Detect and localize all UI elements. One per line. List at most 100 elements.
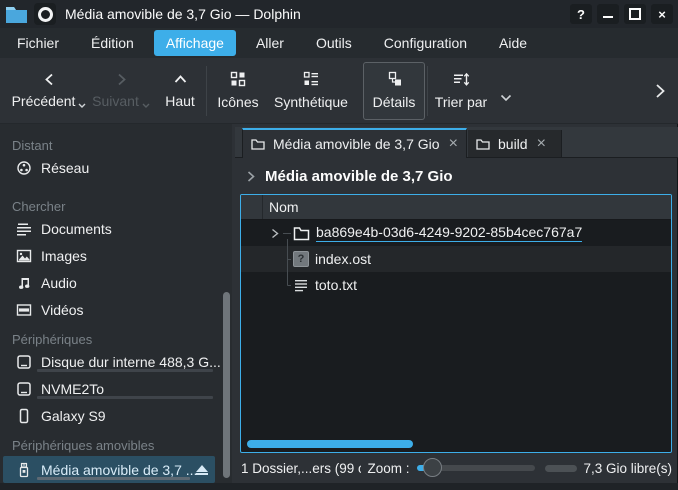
compact-view-icon <box>303 71 319 87</box>
column-name[interactable]: Nom <box>263 195 299 219</box>
sort-by-label: Trier par <box>435 94 487 110</box>
sidebar-item-nvme2to[interactable]: NVME2To <box>0 375 232 402</box>
sort-by-button[interactable]: Trier par <box>432 62 490 120</box>
file-name[interactable]: toto.txt <box>315 277 357 293</box>
file-view: Nom ba869e4b-03d6-4249-9202-85b4cec767a7… <box>240 194 672 453</box>
zoom-slider[interactable] <box>417 457 535 479</box>
items-summary: 1 Dossier,...ers (99 o) <box>241 461 361 476</box>
folder-icon <box>251 138 265 150</box>
main-toolbar: Précédent Suivant Haut Icônes Synthétiqu… <box>0 58 678 124</box>
hard-drive-icon <box>15 381 33 397</box>
image-icon <box>15 248 33 264</box>
window-bottom-edge <box>0 483 678 490</box>
icons-view-label: Icônes <box>217 94 258 110</box>
media-emblem-icon <box>38 7 53 22</box>
folder-icon <box>476 138 490 150</box>
tab-close-icon[interactable]: × <box>449 137 458 151</box>
icons-view-button[interactable]: Icônes <box>209 62 267 120</box>
maximize-button[interactable] <box>624 4 646 24</box>
sort-icon <box>453 72 470 87</box>
menu-fichier[interactable]: Fichier <box>5 30 71 56</box>
tab-label: build <box>498 136 528 152</box>
dolphin-app-icon <box>5 5 28 24</box>
smartphone-icon <box>15 408 33 424</box>
sidebar-item-galaxy-s9[interactable]: Galaxy S9 <box>0 402 232 429</box>
forward-button[interactable]: Suivant <box>86 62 156 120</box>
sidebar-item-images[interactable]: Images <box>0 242 232 269</box>
help-button[interactable]: ? <box>570 4 592 24</box>
network-icon <box>15 160 33 176</box>
window-menu-button[interactable] <box>34 3 56 25</box>
tab-build[interactable]: build × <box>468 130 562 157</box>
expand-arrow-icon[interactable] <box>270 228 280 239</box>
tab-label: Média amovible de 3,7 Gio <box>273 136 440 152</box>
minimize-button[interactable] <box>597 4 619 24</box>
sidebar-item-label: Vidéos <box>41 302 84 318</box>
menu-affichage[interactable]: Affichage <box>154 30 236 56</box>
file-row-folder[interactable]: ba869e4b-03d6-4249-9202-85b4cec767a7 <box>241 220 671 246</box>
up-button[interactable]: Haut <box>156 62 204 120</box>
back-button[interactable]: Précédent <box>12 62 86 120</box>
menu-configuration[interactable]: Configuration <box>372 30 479 56</box>
capacity-bar <box>37 477 190 480</box>
forward-label: Suivant <box>92 93 139 109</box>
section-peripheriques: Périphériques <box>0 332 232 348</box>
sidebar-item-videos[interactable]: Vidéos <box>0 296 232 323</box>
menu-aller[interactable]: Aller <box>244 30 296 56</box>
main-pane: Média amovible de 3,7 Gio × build × Médi… <box>235 124 678 483</box>
horizontal-scrollbar[interactable] <box>247 440 413 448</box>
chevron-up-icon <box>174 73 187 86</box>
file-row-index-ost[interactable]: ? index.ost <box>241 246 671 272</box>
status-bar: 1 Dossier,...ers (99 o) Zoom : 7,3 Gio l… <box>235 453 678 483</box>
window-controls: ? × <box>570 4 673 24</box>
sidebar-item-media-amovible[interactable]: Média amovible de 3,7 ... <box>3 456 215 483</box>
column-header[interactable]: Nom <box>241 195 671 220</box>
sidebar-item-label: NVME2To <box>41 381 104 397</box>
text-file-icon <box>293 277 309 293</box>
sidebar-item-audio[interactable]: Audio <box>0 269 232 296</box>
chevron-left-icon <box>43 73 56 86</box>
menu-outils[interactable]: Outils <box>304 30 364 56</box>
title-bar: Média amovible de 3,7 Gio — Dolphin ? × <box>0 0 678 28</box>
tab-media-amovible[interactable]: Média amovible de 3,7 Gio × <box>242 128 467 158</box>
tab-close-icon[interactable]: × <box>537 137 546 151</box>
close-button[interactable]: × <box>651 4 673 24</box>
file-view-wrap: Nom ba869e4b-03d6-4249-9202-85b4cec767a7… <box>235 194 678 453</box>
window-title: Média amovible de 3,7 Gio — Dolphin <box>65 6 301 22</box>
maximize-icon <box>629 8 641 20</box>
breadcrumb-location[interactable]: Média amovible de 3,7 Gio <box>265 168 453 185</box>
file-row-toto-txt[interactable]: toto.txt <box>241 272 671 298</box>
file-rows: ba869e4b-03d6-4249-9202-85b4cec767a7 ? i… <box>241 220 671 298</box>
breadcrumb-chevron-icon <box>247 171 255 182</box>
eject-button[interactable] <box>196 465 208 475</box>
eject-icon <box>196 465 208 472</box>
chevron-down-icon <box>142 103 150 108</box>
film-icon <box>15 302 33 318</box>
free-space-bar <box>545 465 577 472</box>
sort-dropdown-chevron-icon[interactable] <box>500 94 512 102</box>
sidebar-scrollbar[interactable] <box>223 292 230 478</box>
zoom-slider-knob[interactable] <box>423 458 442 477</box>
chevron-right-icon <box>115 73 128 86</box>
sidebar-item-disque-interne[interactable]: Disque dur interne 488,3 G... <box>0 348 232 375</box>
details-view-button[interactable]: Détails <box>363 62 425 120</box>
dolphin-window: { "window": { "title": "Média amovible d… <box>0 0 678 490</box>
content-area: Distant Réseau Chercher Documents Images… <box>0 124 678 483</box>
places-panel: Distant Réseau Chercher Documents Images… <box>0 124 232 483</box>
menu-edition[interactable]: Édition <box>79 30 146 56</box>
toolbar-separator <box>427 66 428 116</box>
file-name[interactable]: ba869e4b-03d6-4249-9202-85b4cec767a7 <box>316 224 582 242</box>
back-label: Précédent <box>12 93 76 109</box>
sidebar-item-reseau[interactable]: Réseau <box>0 154 232 181</box>
compact-view-button[interactable]: Synthétique <box>267 62 355 120</box>
toolbar-overflow-chevron-icon[interactable] <box>655 83 666 99</box>
sidebar-item-label: Images <box>41 248 87 264</box>
compact-view-label: Synthétique <box>274 94 348 110</box>
zoom-label: Zoom : <box>367 461 409 476</box>
sidebar-item-label: Disque dur interne 488,3 G... <box>41 354 221 370</box>
capacity-bar <box>37 369 213 372</box>
section-distant: Distant <box>0 138 232 154</box>
sidebar-item-documents[interactable]: Documents <box>0 215 232 242</box>
file-name[interactable]: index.ost <box>315 251 371 267</box>
menu-aide[interactable]: Aide <box>487 30 539 56</box>
